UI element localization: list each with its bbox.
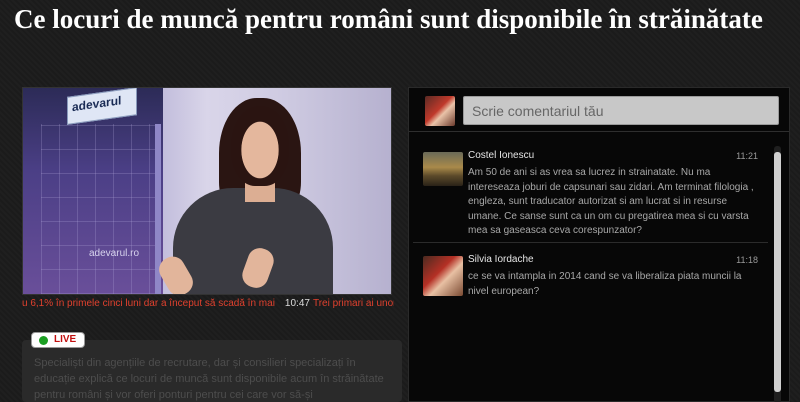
comment-time: 11:18 (736, 255, 758, 265)
comment-author[interactable]: Silvia Iordache (468, 254, 534, 265)
ticker-text-left: u 6,1% în primele cinci luni dar a încep… (22, 298, 275, 309)
comment-divider (413, 242, 768, 243)
scrollbar-thumb[interactable] (774, 152, 781, 392)
comments-list[interactable]: Costel Ionescu 11:21 Am 50 de ani si as … (413, 146, 768, 402)
comment-avatar (423, 152, 463, 186)
user-avatar (425, 96, 455, 126)
comment-author[interactable]: Costel Ionescu (468, 150, 534, 161)
comments-panel: Costel Ionescu 11:21 Am 50 de ani si as … (408, 87, 790, 402)
comment-compose (409, 88, 789, 132)
live-badge: LIVE (31, 332, 85, 348)
comment-text: Am 50 de ani si as vrea sa lucrez in str… (468, 167, 754, 236)
page-title: Ce locuri de muncă pentru români sunt di… (14, 4, 763, 34)
comment-input[interactable] (463, 96, 779, 125)
live-dot-icon (39, 336, 48, 345)
comment-text: ce se va intampla in 2014 cand se va lib… (468, 271, 742, 297)
article-description: Specialiști din agențiile de recrutare, … (34, 357, 384, 401)
studio-panel (41, 124, 161, 294)
comment-avatar (423, 256, 463, 296)
presenter-head (231, 106, 289, 186)
article-description-box: Specialiști din agențiile de recrutare, … (22, 340, 402, 402)
comments-scrollbar[interactable] (774, 146, 781, 402)
ticker-time: 10:47 (284, 298, 310, 309)
news-ticker[interactable]: u 6,1% în primele cinci luni dar a încep… (22, 298, 394, 312)
live-label: LIVE (54, 334, 77, 345)
video-player[interactable]: adevarul adevarul.ro (22, 87, 392, 295)
ticker-text-right: Trei primari ai unor co (312, 298, 394, 309)
comment-time: 11:21 (736, 151, 758, 161)
studio-logo-url: adevarul.ro (89, 248, 140, 259)
